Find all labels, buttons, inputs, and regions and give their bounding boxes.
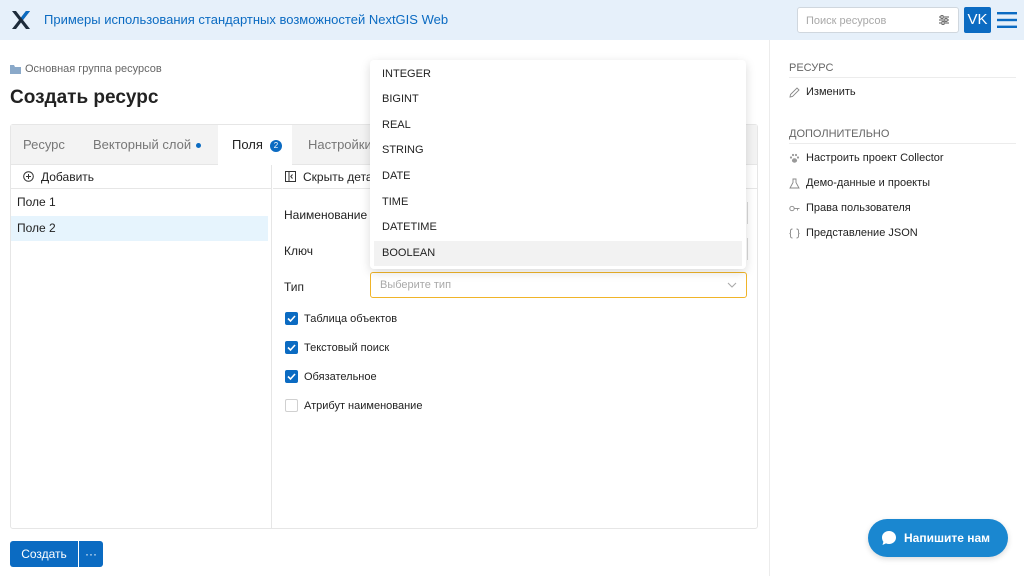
page-title: Создать ресурс (10, 87, 159, 108)
divider (789, 143, 1016, 144)
json-view-link[interactable]: Представление JSON (789, 227, 918, 239)
tab-fields[interactable]: Поля 2 (218, 125, 292, 165)
flask-icon (789, 178, 800, 188)
search-input[interactable] (806, 13, 931, 28)
demo-data-link[interactable]: Демо-данные и проекты (789, 177, 930, 189)
paw-icon (789, 153, 800, 163)
extra-heading: ДОПОЛНИТЕЛЬНО (789, 128, 890, 140)
tab-settings[interactable]: Настройки (308, 125, 372, 165)
nextgis-logo[interactable] (10, 9, 32, 31)
top-header: Примеры использования стандартных возмож… (0, 0, 1024, 40)
hamburger-menu-icon[interactable] (996, 9, 1018, 31)
fields-list: Добавить Поле 1 Поле 2 (11, 165, 272, 528)
edit-link[interactable]: Изменить (789, 86, 856, 98)
tab-vector-layer[interactable]: Векторный слой (93, 125, 202, 165)
chevron-down-icon (727, 282, 737, 288)
checkbox-feature-table[interactable]: Таблица объектов (285, 312, 397, 325)
filter-settings-icon[interactable] (938, 14, 950, 26)
add-field-button[interactable]: Добавить (11, 165, 272, 189)
modified-dot (196, 143, 202, 149)
type-option-boolean[interactable]: BOOLEAN (374, 241, 742, 266)
type-option-bigint[interactable]: BIGINT (374, 87, 742, 112)
checkbox-unchecked[interactable] (285, 399, 298, 412)
user-avatar[interactable]: VK (964, 7, 991, 33)
key-input[interactable] (747, 238, 748, 260)
type-option-string[interactable]: STRING (374, 138, 742, 163)
key-label: Ключ (284, 244, 313, 258)
checkbox-label-attribute[interactable]: Атрибут наименование (285, 399, 422, 412)
braces-icon (789, 228, 800, 238)
name-input[interactable] (747, 202, 748, 224)
type-select-placeholder: Выберите тип (380, 279, 452, 291)
type-option-date[interactable]: DATE (374, 164, 742, 189)
resource-heading: РЕСУРС (789, 62, 834, 74)
type-option-time[interactable]: TIME (374, 190, 742, 215)
user-permissions-link[interactable]: Права пользователя (789, 202, 911, 214)
checkbox-checked[interactable] (285, 312, 298, 325)
plus-circle-icon (23, 171, 34, 182)
breadcrumb-link[interactable]: Основная группа ресурсов (25, 63, 162, 75)
name-label: Наименование (284, 208, 368, 222)
checkbox-checked[interactable] (285, 341, 298, 354)
tab-resource[interactable]: Ресурс (23, 125, 65, 165)
checkbox-required[interactable]: Обязательное (285, 370, 377, 383)
type-option-datetime[interactable]: DATETIME (374, 215, 742, 240)
type-label: Тип (284, 280, 305, 294)
type-dropdown: INTEGER BIGINT REAL STRING DATE TIME DAT… (370, 60, 746, 269)
checkbox-text-search[interactable]: Текстовый поиск (285, 341, 389, 354)
fields-count-badge: 2 (269, 139, 282, 152)
breadcrumb[interactable]: Основная группа ресурсов (10, 62, 162, 76)
collapse-panel-icon (285, 171, 296, 182)
chat-button[interactable]: Напишите нам (868, 519, 1008, 557)
key-icon (789, 205, 800, 211)
type-option-real[interactable]: REAL (374, 113, 742, 138)
app-title[interactable]: Примеры использования стандартных возмож… (44, 12, 448, 27)
checkbox-checked[interactable] (285, 370, 298, 383)
more-options-button[interactable]: ··· (79, 541, 103, 567)
field-item-2[interactable]: Поле 2 (11, 216, 268, 241)
divider (789, 77, 1016, 78)
pencil-icon (789, 86, 800, 98)
field-item-1[interactable]: Поле 1 (11, 190, 268, 215)
create-button[interactable]: Создать (10, 541, 78, 567)
resource-search[interactable] (797, 7, 959, 33)
type-option-integer[interactable]: INTEGER (374, 62, 742, 87)
collector-project-link[interactable]: Настроить проект Collector (789, 152, 944, 164)
folder-icon (10, 64, 21, 74)
chat-bubble-icon (882, 531, 896, 545)
type-select[interactable]: Выберите тип (370, 272, 747, 298)
right-sidebar: РЕСУРС Изменить ДОПОЛНИТЕЛЬНО Настроить … (769, 40, 1024, 576)
